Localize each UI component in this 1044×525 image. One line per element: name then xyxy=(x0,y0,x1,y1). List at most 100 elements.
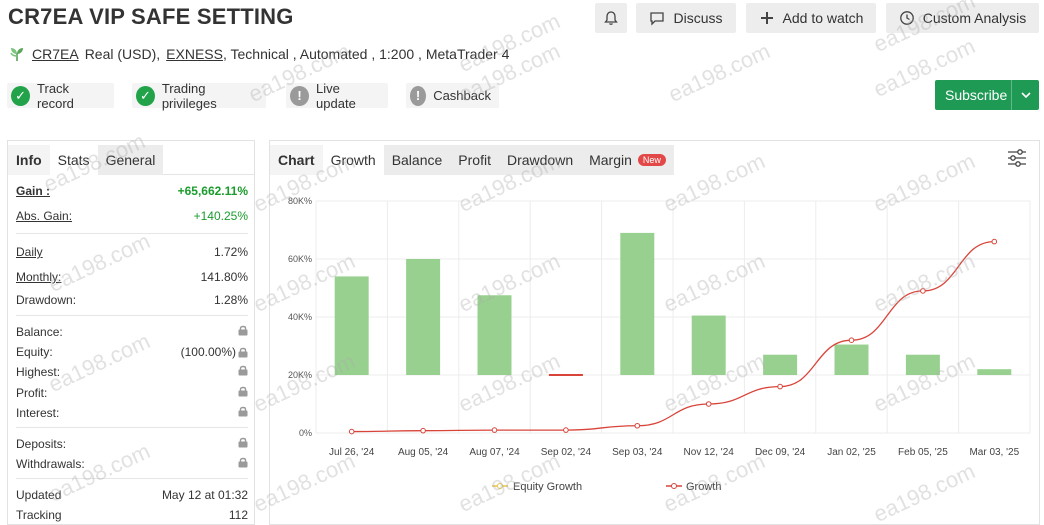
watermark-text: ea198.com xyxy=(664,38,774,107)
new-badge: New xyxy=(637,154,666,166)
y-tick-label: 80K% xyxy=(288,196,312,206)
exclamation-icon: ! xyxy=(410,85,427,106)
x-tick-label: Nov 12, '24 xyxy=(684,447,735,458)
line-point[interactable] xyxy=(991,238,998,245)
add-to-watch-button[interactable]: Add to watch xyxy=(746,3,876,33)
highest-row: Highest: xyxy=(16,365,248,379)
lock-icon xyxy=(238,457,248,468)
withdrawals-row: Withdrawals: xyxy=(16,457,248,471)
notifications-button[interactable] xyxy=(595,3,627,33)
y-tick-label: 60K% xyxy=(288,254,312,264)
lock-icon xyxy=(238,347,248,358)
bar[interactable] xyxy=(834,344,869,375)
line-point[interactable] xyxy=(491,427,498,433)
tab-balance[interactable]: Balance xyxy=(383,145,451,175)
x-tick-label: Jul 26, '24 xyxy=(329,447,375,458)
bar[interactable] xyxy=(548,374,583,376)
y-tick-label: 20K% xyxy=(288,370,312,380)
balance-row: Balance: xyxy=(16,325,248,339)
tab-drawdown[interactable]: Drawdown xyxy=(498,145,582,175)
tab-profit[interactable]: Profit xyxy=(450,145,499,175)
bar[interactable] xyxy=(763,354,798,375)
x-tick-label: Sep 02, '24 xyxy=(541,447,592,458)
chart-panel: Chart Growth Balance Profit Drawdown Mar… xyxy=(269,140,1040,525)
line-point[interactable] xyxy=(634,422,641,429)
y-tick-label: 0% xyxy=(299,428,312,438)
line-point[interactable] xyxy=(705,401,712,407)
track-record-badge[interactable]: ✓ Track record xyxy=(7,81,114,111)
divider xyxy=(16,478,248,479)
subscribe-button[interactable]: Subscribe xyxy=(935,80,1039,110)
live-update-badge[interactable]: ! Live update xyxy=(286,81,388,111)
tracking-row: Tracking 112 xyxy=(16,508,248,522)
settings-sliders-icon[interactable] xyxy=(1007,149,1027,167)
lock-icon xyxy=(238,386,248,397)
bar[interactable] xyxy=(691,315,726,375)
tab-growth[interactable]: Growth xyxy=(323,145,384,175)
stats-panel: Info Stats General Gain : +65,662.11% Ab… xyxy=(7,140,255,525)
gain-row: Gain : +65,662.11% xyxy=(16,184,248,198)
daily-row: Daily 1.72% xyxy=(16,245,248,259)
chart-legend[interactable]: Equity Growth Growth xyxy=(492,481,721,493)
y-tick-label: 40K% xyxy=(288,312,312,322)
bar[interactable] xyxy=(977,369,1012,375)
plus-icon xyxy=(760,12,773,24)
x-tick-label: Mar 03, '25 xyxy=(969,447,1019,458)
trading-privileges-badge[interactable]: ✓ Trading privileges xyxy=(132,81,266,111)
cashback-badge[interactable]: ! Cashback xyxy=(406,83,499,108)
line-point[interactable] xyxy=(420,427,426,434)
updated-row: Updated May 12 at 01:32 xyxy=(16,488,248,502)
monthly-row: Monthly: 141.80% xyxy=(16,270,248,284)
bell-icon xyxy=(604,11,618,25)
profit-row: Profit: xyxy=(16,386,248,400)
bar[interactable] xyxy=(334,276,369,375)
exclamation-icon: ! xyxy=(290,85,310,106)
y-axis: 0% 20K% 40K% 60K% 80K% xyxy=(288,196,312,438)
account-details: CR7EA Real (USD), EXNESS, Technical , Au… xyxy=(8,45,509,63)
tab-stats[interactable]: Stats xyxy=(49,145,98,175)
line-point[interactable] xyxy=(920,288,926,294)
tab-general[interactable]: General xyxy=(97,145,164,175)
discuss-button[interactable]: Discuss xyxy=(636,3,736,33)
lock-icon xyxy=(238,406,248,417)
x-axis: Jul 26, '24 Aug 05, '24 Aug 07, '24 Sep 02,… xyxy=(329,447,1020,458)
x-tick-label: Dec 09, '24 xyxy=(755,447,806,458)
line-point[interactable] xyxy=(563,427,569,433)
broker-link[interactable]: EXNESS xyxy=(166,46,223,62)
tab-info[interactable]: Info xyxy=(8,145,50,175)
divider xyxy=(16,315,248,316)
x-tick-label: Aug 07, '24 xyxy=(469,447,520,458)
custom-analysis-button[interactable]: Custom Analysis xyxy=(886,3,1039,33)
watermark-text: ea198.com xyxy=(454,8,564,77)
account-name-link[interactable]: CR7EA xyxy=(32,46,79,62)
check-icon: ✓ xyxy=(11,85,31,106)
line-point[interactable] xyxy=(348,428,355,435)
tab-chart[interactable]: Chart xyxy=(270,145,323,175)
line-point[interactable] xyxy=(777,383,783,390)
divider xyxy=(16,233,248,234)
lock-icon xyxy=(238,325,248,336)
equity-row: Equity: (100.00%) xyxy=(16,345,248,359)
chat-icon xyxy=(650,12,665,26)
bar[interactable] xyxy=(477,295,512,375)
chart-tabs: Chart Growth Balance Profit Drawdown Mar… xyxy=(270,141,1039,177)
leaf-icon xyxy=(10,48,23,61)
chevron-down-icon[interactable] xyxy=(1011,80,1039,110)
bar[interactable] xyxy=(905,354,940,375)
bar[interactable] xyxy=(620,232,655,375)
page-title: CR7EA VIP SAFE SETTING xyxy=(8,4,294,29)
x-tick-label: Jan 02, '25 xyxy=(827,447,876,458)
legend-item-growth[interactable]: Growth xyxy=(686,481,721,493)
tab-margin[interactable]: Margin New xyxy=(581,145,674,175)
interest-row: Interest: xyxy=(16,406,248,420)
lock-icon xyxy=(238,437,248,448)
clock-icon xyxy=(899,11,914,25)
x-tick-label: Sep 03, '24 xyxy=(612,447,663,458)
line-point[interactable] xyxy=(848,337,855,343)
bar[interactable] xyxy=(406,259,441,375)
abs-gain-row: Abs. Gain: +140.25% xyxy=(16,209,248,223)
drawdown-row: Drawdown: 1.28% xyxy=(16,293,248,307)
legend-item-equity-growth[interactable]: Equity Growth xyxy=(513,481,582,493)
lock-icon xyxy=(238,365,248,376)
check-icon: ✓ xyxy=(136,85,155,106)
